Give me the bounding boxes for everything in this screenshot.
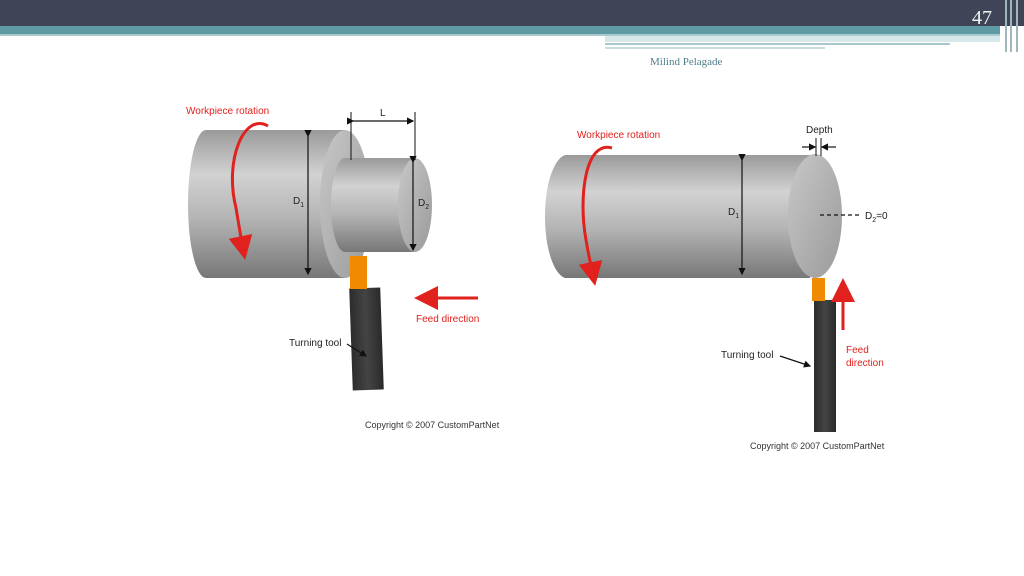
- length-label: L: [380, 108, 386, 119]
- turning-diagrams: D1 D2 L Workpiece rotation Feed directio…: [186, 106, 888, 451]
- depth-label: Depth: [806, 125, 833, 136]
- copyright-left: Copyright © 2007 CustomPartNet: [365, 420, 500, 430]
- turning-tool-shank: [349, 287, 384, 391]
- facing-tool-insert: [812, 278, 825, 301]
- turning-tool-label: Turning tool: [289, 338, 341, 349]
- rotation-label: Workpiece rotation: [577, 130, 660, 141]
- tool-leader-line: [779, 355, 812, 368]
- feed-direction-label-line1: Feed: [846, 345, 869, 356]
- copyright-right: Copyright © 2007 CustomPartNet: [750, 441, 885, 451]
- feed-direction-label: Feed direction: [416, 314, 479, 325]
- left-turning-figure: D1 D2 L Workpiece rotation Feed directio…: [186, 106, 500, 430]
- feed-direction-label-line2: direction: [846, 358, 884, 369]
- rotation-label: Workpiece rotation: [186, 106, 269, 117]
- turning-tool-label: Turning tool: [721, 350, 773, 361]
- facing-tool-shank: [814, 300, 836, 432]
- d2-label: D2=0: [865, 211, 888, 224]
- workpiece-long-cylinder: [544, 155, 810, 278]
- right-facing-figure: D1 D2=0 Depth Workpiece rotation Feed di…: [544, 125, 888, 451]
- workpiece-end-face: [788, 154, 842, 278]
- turning-tool-insert: [350, 256, 367, 289]
